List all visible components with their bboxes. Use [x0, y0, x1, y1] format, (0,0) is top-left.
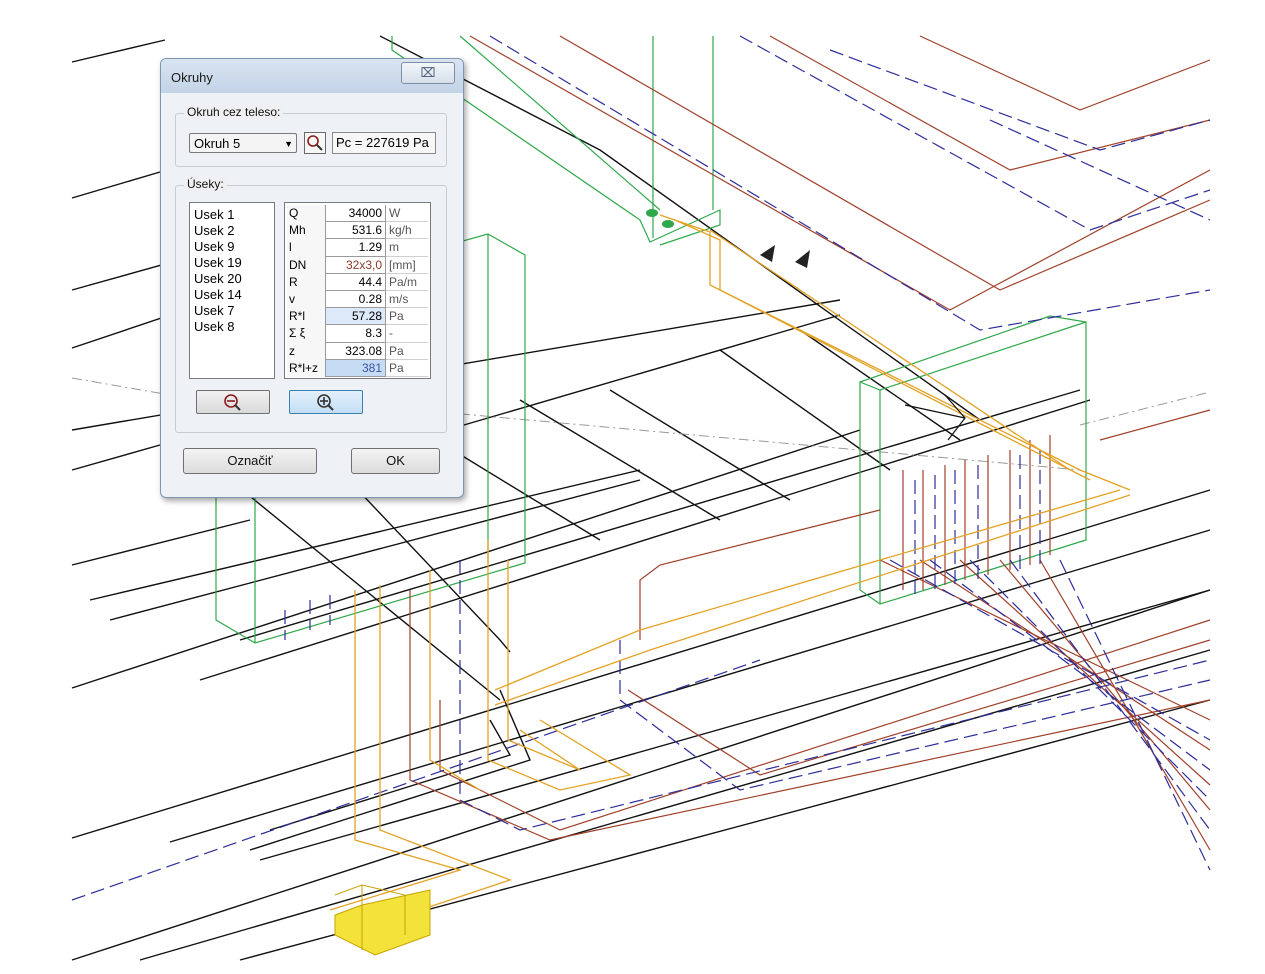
ok-button[interactable]: OK — [351, 448, 440, 474]
property-row-r: R 44.4 Pa/m — [287, 273, 428, 291]
close-button[interactable]: ⌧ — [401, 62, 455, 84]
section-properties-grid: Q 34000 W Mh 531.6 kg/h l 1.29 m DN 32x3… — [284, 202, 431, 379]
zoom-out-button[interactable] — [196, 390, 270, 414]
property-unit: m/s — [386, 291, 428, 309]
property-name: v — [287, 290, 325, 309]
circuit-select-value: Okruh 5 — [194, 136, 241, 151]
property-name: DN — [287, 256, 325, 274]
property-row-z: z 323.08 Pa — [287, 342, 428, 360]
property-name: R*l — [287, 308, 325, 326]
dialog-titlebar[interactable]: Okruhy ⌧ — [161, 59, 463, 93]
magnifier-icon — [307, 135, 323, 151]
property-name: Q — [287, 205, 325, 223]
total-pressure-field: Pc = 227619 Pa — [332, 132, 436, 154]
property-row-v: v 0.28 m/s — [287, 290, 428, 309]
zoom-in-button[interactable] — [289, 390, 363, 414]
list-item[interactable]: Usek 14 — [190, 287, 274, 303]
property-unit: [mm] — [386, 257, 428, 274]
property-value: 8.3 — [325, 325, 386, 343]
list-item[interactable]: Usek 2 — [190, 223, 274, 239]
property-row-xi: Σ ξ 8.3 - — [287, 325, 428, 343]
property-row-l: l 1.29 m — [287, 239, 428, 257]
list-item[interactable]: Usek 1 — [190, 207, 274, 223]
property-name: R*l+z — [287, 359, 325, 377]
property-name: z — [287, 342, 325, 360]
property-unit: Pa — [386, 360, 428, 377]
list-item[interactable]: Usek 7 — [190, 303, 274, 319]
circuit-group-label: Okruh cez teleso: — [184, 105, 284, 119]
list-item[interactable]: Usek 8 — [190, 319, 274, 335]
sections-list[interactable]: Usek 1 Usek 2 Usek 9 Usek 19 Usek 20 Use… — [189, 202, 275, 379]
property-value: 34000 — [325, 205, 386, 223]
valve-markers[interactable] — [760, 245, 810, 268]
property-name: Mh — [287, 222, 325, 240]
property-unit: Pa — [386, 343, 428, 360]
property-unit: W — [386, 205, 428, 223]
circuits-dialog: Okruhy ⌧ Okruh cez teleso: Okruh 5 ▼ Pc … — [160, 58, 464, 498]
list-item[interactable]: Usek 20 — [190, 271, 274, 287]
property-value: 323.08 — [325, 342, 386, 360]
list-item[interactable]: Usek 9 — [190, 239, 274, 255]
list-item[interactable]: Usek 19 — [190, 255, 274, 271]
sections-group-label: Úseky: — [184, 177, 227, 191]
property-row-q: Q 34000 W — [287, 205, 428, 223]
property-name: Σ ξ — [287, 325, 325, 343]
property-name: l — [287, 239, 325, 257]
property-unit: kg/h — [386, 222, 428, 240]
mixing-valve[interactable] — [334, 884, 431, 956]
property-row-rl: R*l 57.28 Pa — [287, 308, 428, 326]
property-value: 531.6 — [325, 222, 386, 240]
property-value[interactable]: 32x3,0 — [325, 256, 386, 274]
chevron-down-icon: ▼ — [284, 139, 293, 149]
property-unit: Pa — [386, 308, 428, 326]
property-value: 44.4 — [325, 273, 386, 291]
property-name: R — [287, 273, 325, 291]
close-icon: ⌧ — [420, 65, 436, 80]
property-value: 1.29 — [325, 239, 386, 257]
mark-button[interactable]: Označiť — [183, 448, 317, 474]
property-row-rlz: R*l+z 381 Pa — [287, 359, 428, 377]
property-value: 0.28 — [325, 290, 386, 309]
circuit-select[interactable]: Okruh 5 ▼ — [189, 133, 297, 153]
find-circuit-button[interactable] — [304, 132, 326, 154]
property-row-mh: Mh 531.6 kg/h — [287, 222, 428, 240]
zoom-in-icon — [317, 394, 334, 411]
property-row-dn: DN 32x3,0 [mm] — [287, 256, 428, 274]
property-value: 57.28 — [325, 308, 386, 326]
property-unit: m — [386, 239, 428, 257]
supply-pipes — [409, 35, 1211, 851]
property-unit: - — [386, 325, 428, 343]
property-unit: Pa/m — [386, 274, 428, 291]
zoom-out-icon — [224, 394, 241, 411]
property-value: 381 — [325, 359, 386, 377]
dialog-title: Okruhy — [171, 70, 213, 85]
